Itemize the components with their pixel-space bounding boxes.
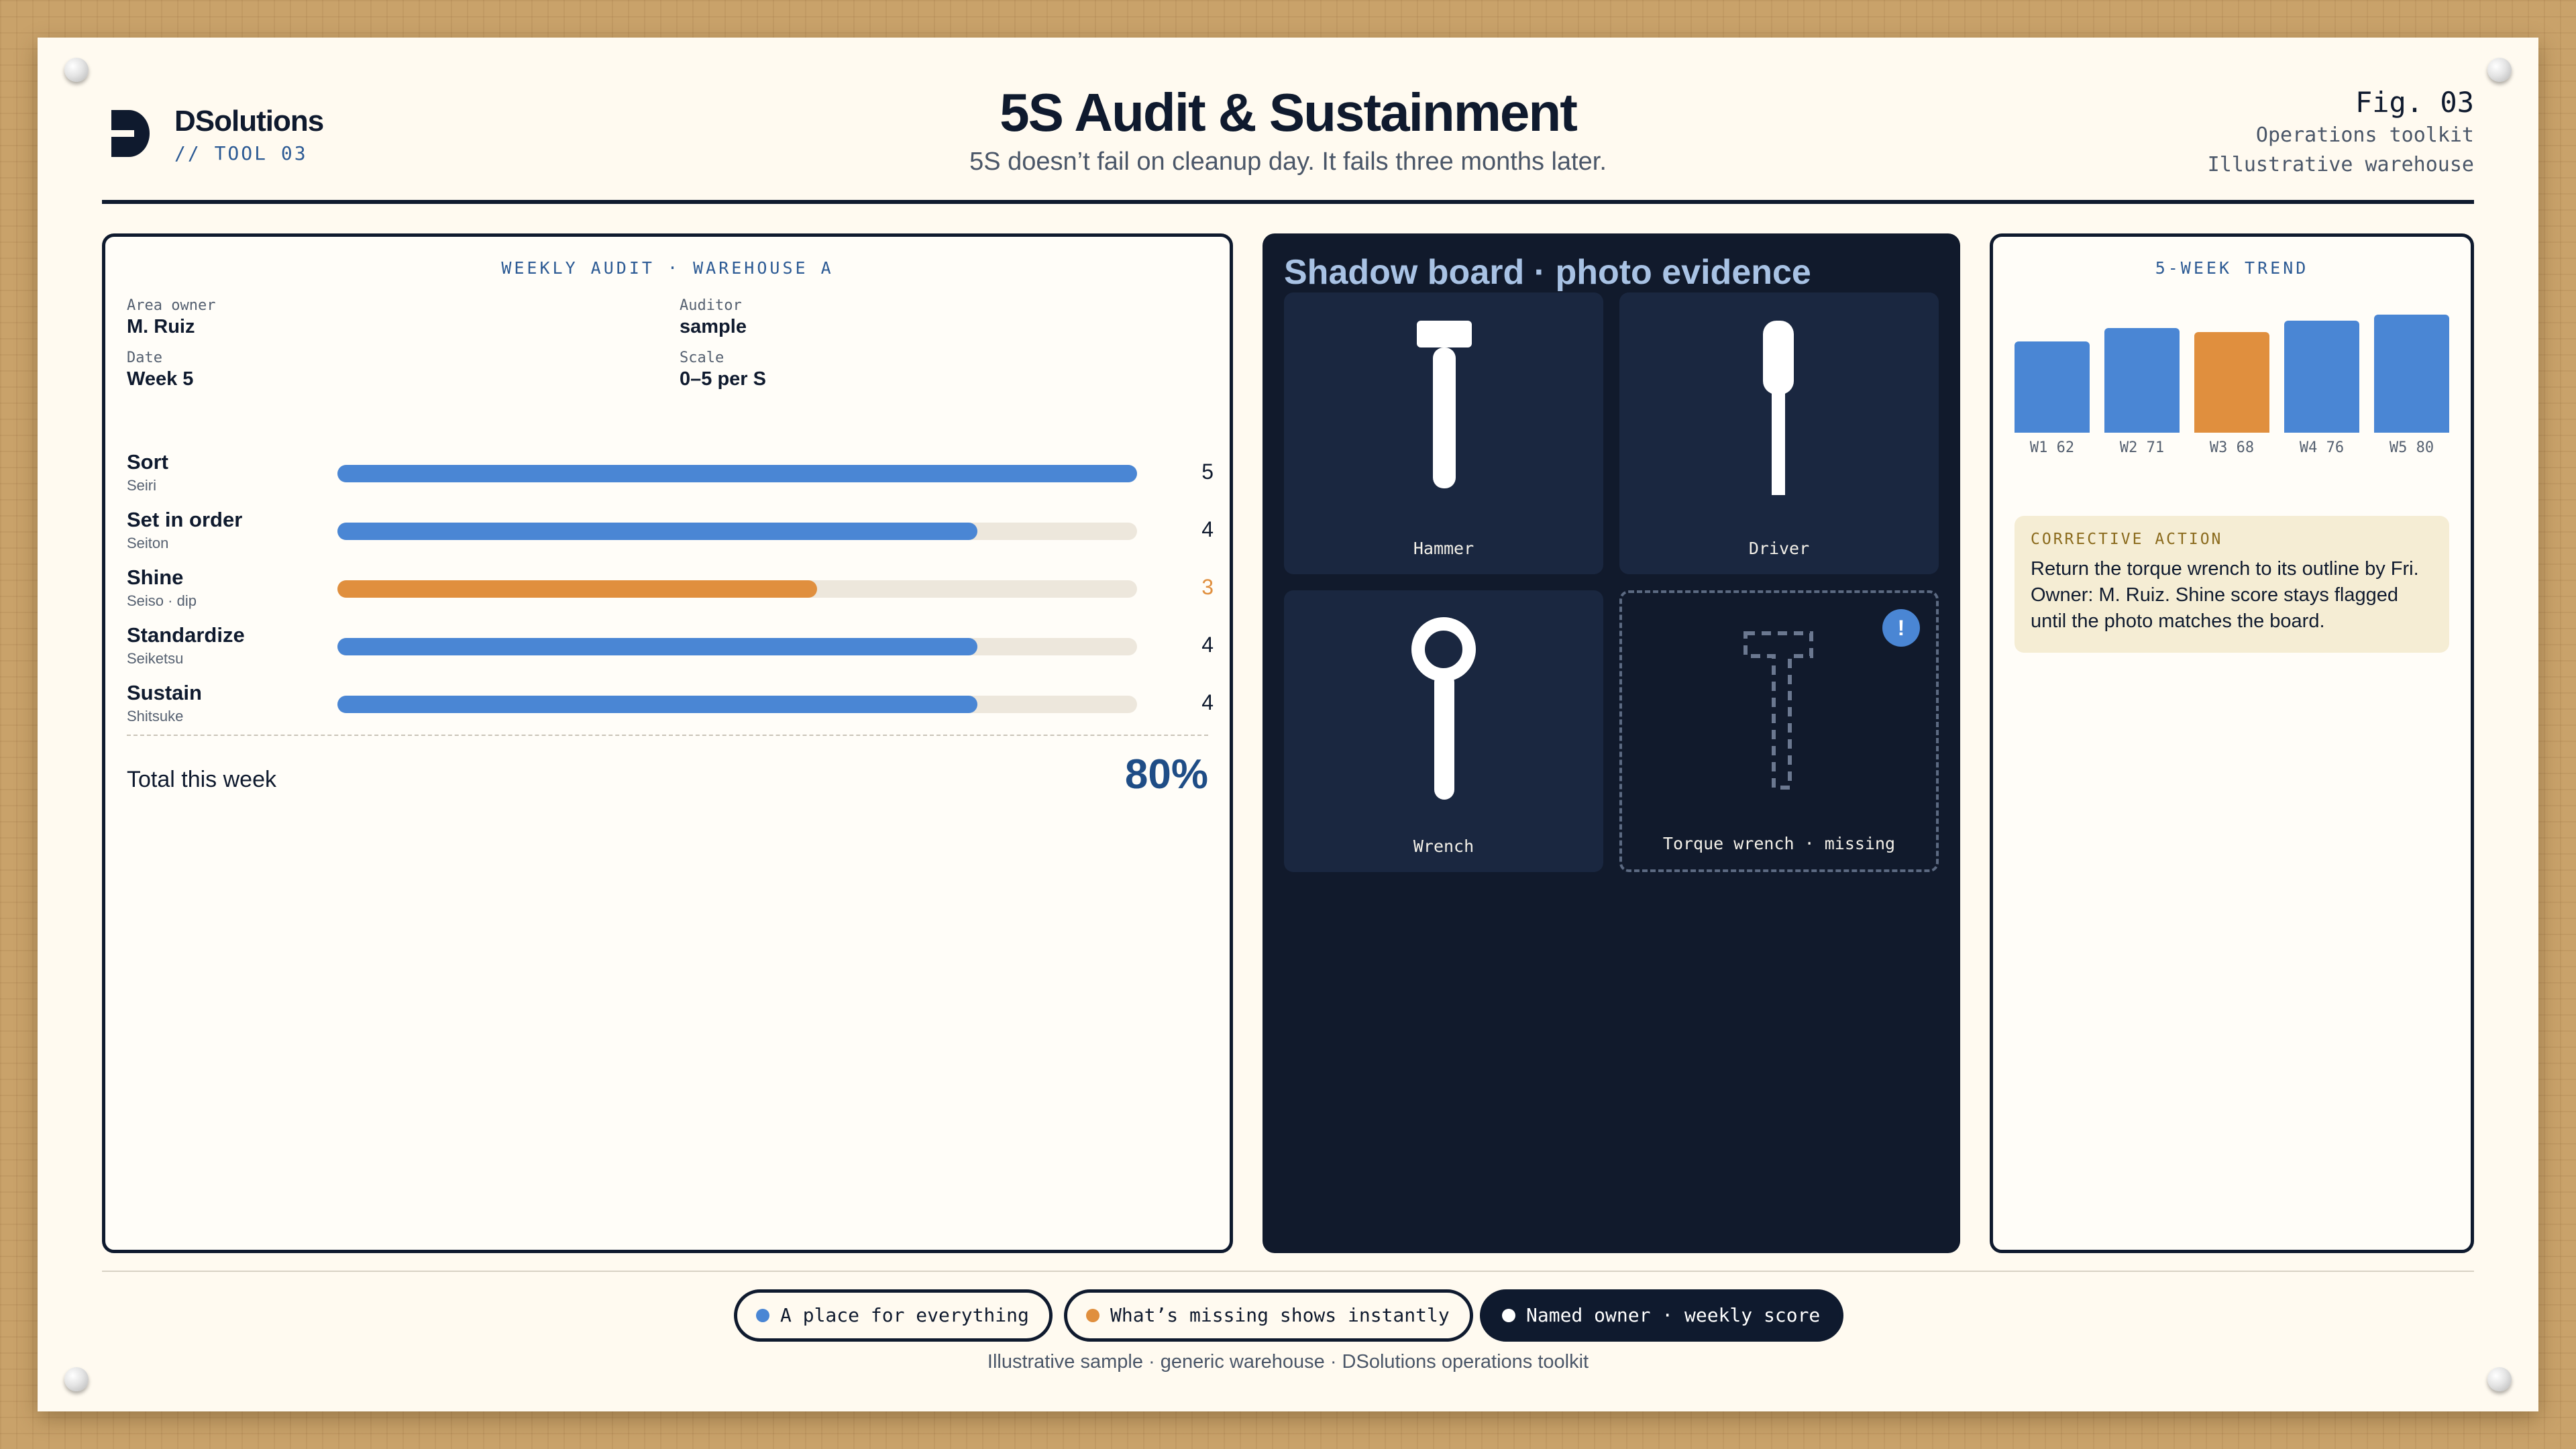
tool-tile-driver: Driver <box>1619 292 1939 574</box>
trend-bar-label: W3 68 <box>2209 439 2255 456</box>
criterion-name: Sustain <box>127 681 202 704</box>
criterion-japanese: Seiri <box>127 477 157 494</box>
criterion-score: 4 <box>1201 690 1214 714</box>
hammer-icon <box>1417 321 1472 488</box>
criterion-name: Set in order <box>127 508 243 531</box>
trend-panel: 5-WEEK TREND W1 62 W2 71 W3 68 W4 76 W5 80 C… <box>1990 233 2474 1253</box>
pin-icon <box>2487 58 2512 82</box>
screwdriver-icon <box>1763 321 1794 495</box>
trend-bar-label: W2 71 <box>2119 439 2165 456</box>
trend-bar <box>2194 332 2269 433</box>
meta-label: Scale <box>680 350 724 366</box>
score-bar-fill <box>337 523 977 540</box>
chip-dot <box>1086 1309 1099 1322</box>
criterion-japanese: Seiton <box>127 535 169 551</box>
criterion-score: 3 <box>1201 575 1214 599</box>
score-bar-fill <box>337 465 1137 482</box>
corrective-action-card: CORRECTIVE ACTION Return the torque wren… <box>2015 516 2449 653</box>
figure-number: Fig. 03 <box>2355 86 2474 119</box>
score-bar-track <box>337 580 1137 598</box>
criterion-name: Sort <box>127 450 168 474</box>
score-bar-fill <box>337 638 977 655</box>
tool-label: Torque wrench · missing <box>1662 834 1896 853</box>
criterion-japanese: Seiketsu <box>127 650 184 667</box>
criterion-score: 5 <box>1201 460 1214 484</box>
figure-caption-line: Operations toolkit <box>2255 123 2474 147</box>
total-label: Total this week <box>127 767 276 792</box>
tool-tile-hammer: Hammer <box>1284 292 1603 574</box>
pin-icon <box>64 58 89 82</box>
score-bar-track <box>337 638 1137 655</box>
tool-tile-torque-wrench-missing: ! Torque wrench · missing <box>1619 590 1939 872</box>
principle-chip-highlight: Named owner · weekly score <box>1480 1289 1844 1342</box>
trend-bar-label: W5 80 <box>2389 439 2434 456</box>
criterion-name: Standardize <box>127 623 245 647</box>
trend-bar-label: W4 76 <box>2299 439 2345 456</box>
paper-sheet: DSolutions // TOOL 03 5S Audit & Sustain… <box>38 38 2538 1411</box>
tool-label: Driver <box>1748 539 1810 558</box>
trend-bar <box>2015 341 2090 433</box>
chip-dot <box>1502 1309 1515 1322</box>
principle-chip: A place for everything <box>734 1289 1053 1342</box>
missing-alert-icon: ! <box>1882 609 1920 647</box>
figure-caption-line: Illustrative warehouse <box>2207 153 2474 176</box>
trend-bar <box>2104 327 2180 433</box>
footer-divider <box>102 1271 2474 1272</box>
score-bar-fill <box>337 580 818 598</box>
chip-dot <box>756 1309 769 1322</box>
header-divider <box>102 200 2474 204</box>
meta-value: 0–5 per S <box>680 368 766 390</box>
footer-caption: Illustrative sample · generic warehouse … <box>987 1351 1589 1373</box>
criterion-score: 4 <box>1201 517 1214 541</box>
chip-label: A place for everything <box>780 1304 1029 1326</box>
criterion-row-sustain: Sustain Shitsuke 4 <box>127 681 1214 735</box>
criterion-row-sort: Sort Seiri 5 <box>127 450 1214 504</box>
meta-value: Week 5 <box>127 368 194 390</box>
criterion-japanese: Shitsuke <box>127 708 184 724</box>
trend-bar <box>2374 315 2449 433</box>
criterion-row-standardize: Standardize Seiketsu 4 <box>127 623 1214 677</box>
tool-label: Hammer <box>1413 539 1474 558</box>
trend-axis-labels: W1 62 W2 71 W3 68 W4 76 W5 80 <box>2015 439 2449 460</box>
figure-caption: Operations toolkit Illustrative warehous… <box>2208 121 2474 180</box>
panel-title: WEEKLY AUDIT · WAREHOUSE A <box>501 258 834 278</box>
trend-bar-label: W1 62 <box>2029 439 2075 456</box>
total-divider <box>127 735 1208 736</box>
wrench-icon <box>1411 617 1476 800</box>
criterion-japanese: Seiso · dip <box>127 592 197 609</box>
corrective-action-text: Return the torque wrench to its outline … <box>2031 558 2419 632</box>
tool-tile-wrench: Wrench <box>1284 590 1603 872</box>
meta-label: Date <box>127 350 162 366</box>
corrective-action-title: CORRECTIVE ACTION <box>2031 531 2223 548</box>
principle-chip: What’s missing shows instantly <box>1064 1289 1473 1342</box>
shadow-board-title: Shadow board · photo evidence <box>1284 253 1811 292</box>
chip-label: Named owner · weekly score <box>1526 1304 1821 1326</box>
meta-value: sample <box>680 316 747 337</box>
trend-bar <box>2284 320 2359 433</box>
meta-value: M. Ruiz <box>127 316 195 337</box>
shadow-board-panel: Shadow board · photo evidence Hammer Dri… <box>1263 233 1960 1253</box>
criterion-score: 4 <box>1201 633 1214 657</box>
criterion-row-set-in-order: Set in order Seiton 4 <box>127 508 1214 561</box>
tool-label: Wrench <box>1413 837 1474 856</box>
trend-bar-chart <box>2015 315 2449 433</box>
score-bar-fill <box>337 696 977 713</box>
page-subtitle: 5S doesn’t fail on cleanup day. It fails… <box>969 148 1607 176</box>
weekly-audit-panel: WEEKLY AUDIT · WAREHOUSE A Area owner M.… <box>102 233 1233 1253</box>
score-bar-track <box>337 696 1137 713</box>
panel-title: 5-WEEK TREND <box>2155 258 2309 278</box>
meta-label: Area owner <box>127 297 216 314</box>
criterion-name: Shine <box>127 566 184 589</box>
criterion-row-shine: Shine Seiso · dip 3 <box>127 566 1214 619</box>
score-bar-track <box>337 523 1137 540</box>
meta-label: Auditor <box>680 297 742 314</box>
score-bar-track <box>337 465 1137 482</box>
page-title: 5S Audit & Sustainment <box>1000 83 1578 142</box>
total-score: 80% <box>1124 751 1208 798</box>
chip-label: What’s missing shows instantly <box>1110 1304 1450 1326</box>
